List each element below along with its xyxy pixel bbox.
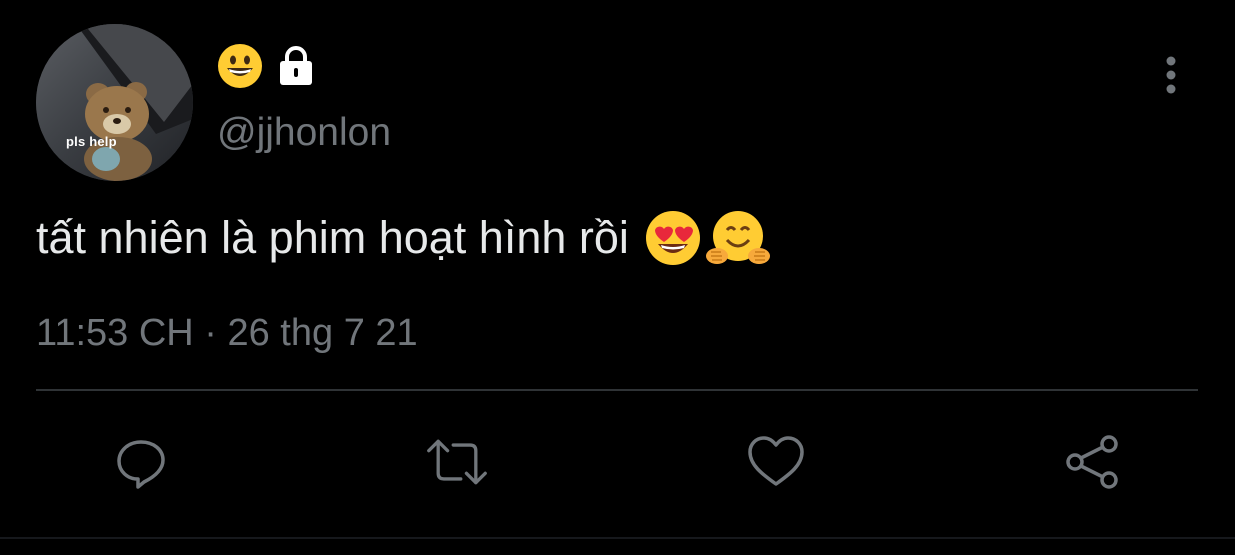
retweet-button[interactable] bbox=[425, 430, 489, 494]
retweet-icon bbox=[427, 439, 487, 485]
tweet-text: tất nhiên là phim hoạt hình rồi bbox=[36, 208, 771, 268]
tweet-text-content: tất nhiên là phim hoạt hình rồi bbox=[36, 212, 629, 263]
lock-icon bbox=[280, 46, 312, 85]
avatar-image bbox=[36, 24, 193, 181]
grinning-face-emoji bbox=[218, 44, 262, 88]
like-button[interactable] bbox=[744, 430, 808, 494]
heart-icon bbox=[748, 436, 804, 486]
divider bbox=[36, 389, 1198, 391]
share-icon bbox=[1066, 435, 1118, 489]
avatar-caption: pls help bbox=[66, 134, 117, 149]
tweet-detail: pls help @jjhonlon tất nhiên là phim hoạ… bbox=[0, 0, 1235, 555]
more-vertical-icon bbox=[1166, 56, 1176, 94]
display-name[interactable] bbox=[216, 40, 318, 92]
bottom-divider bbox=[0, 537, 1235, 539]
reply-icon bbox=[117, 440, 165, 489]
more-options-button[interactable] bbox=[1156, 52, 1186, 100]
tweet-timestamp[interactable]: 11:53 CH · 26 thg 7 21 bbox=[36, 309, 418, 357]
reply-button[interactable] bbox=[109, 430, 173, 494]
avatar[interactable]: pls help bbox=[36, 24, 193, 181]
user-handle[interactable]: @jjhonlon bbox=[217, 110, 391, 156]
hugging-face-emoji bbox=[705, 211, 770, 264]
smiling-face-with-heart-eyes-emoji bbox=[645, 211, 700, 265]
share-button[interactable] bbox=[1060, 430, 1124, 494]
